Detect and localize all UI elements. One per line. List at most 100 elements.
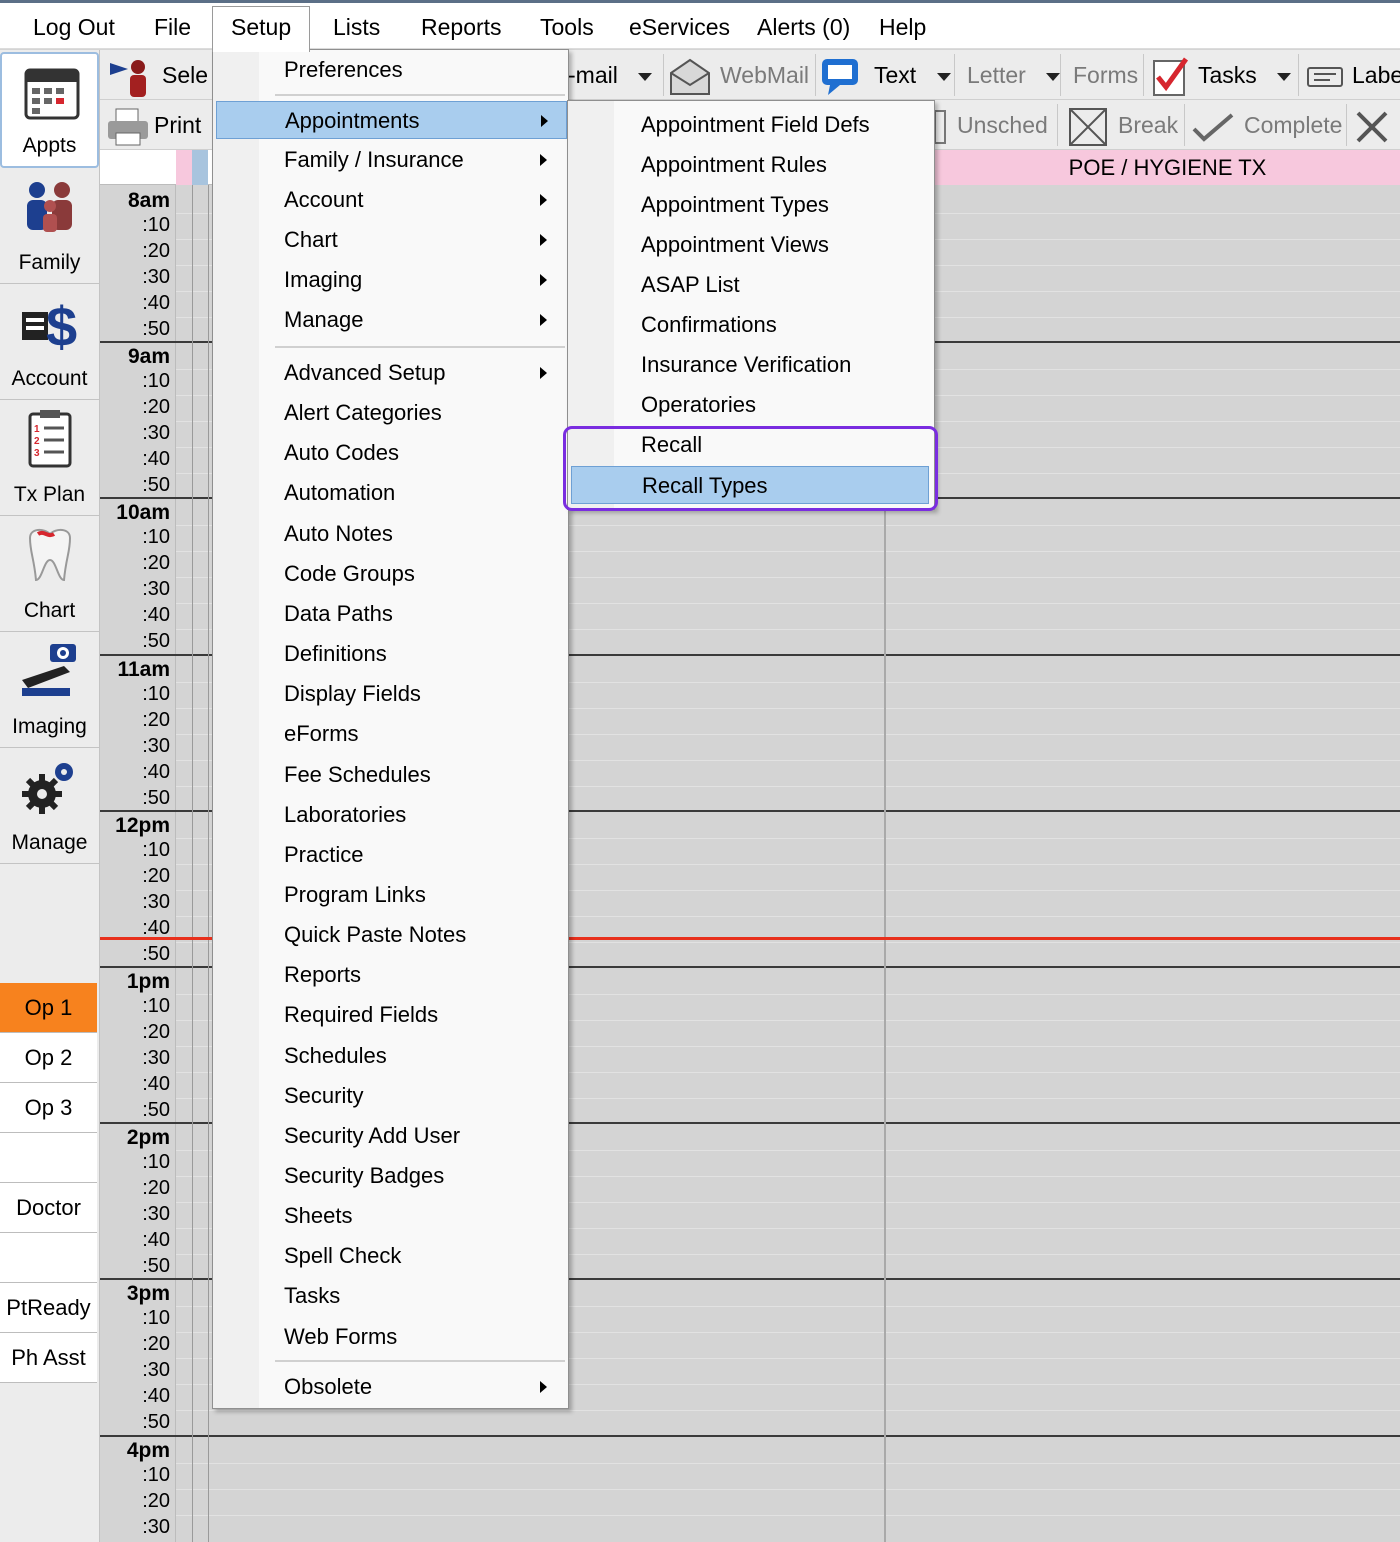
submenu-item-operatories[interactable]: Operatories bbox=[571, 386, 929, 424]
menu-item-web-forms[interactable]: Web Forms bbox=[216, 1318, 567, 1356]
menu-item-eforms[interactable]: eForms bbox=[216, 715, 567, 753]
menu-item-automation[interactable]: Automation bbox=[216, 474, 567, 512]
minute-label: :30 bbox=[142, 890, 170, 913]
submenu-item-appointment-views[interactable]: Appointment Views bbox=[571, 226, 929, 264]
menu-item-auto-codes[interactable]: Auto Codes bbox=[216, 434, 567, 472]
module-chart[interactable]: Chart bbox=[0, 516, 99, 632]
menu-item-security-badges[interactable]: Security Badges bbox=[216, 1157, 567, 1195]
submenu-item-appointment-field-defs[interactable]: Appointment Field Defs bbox=[571, 106, 929, 144]
menu-item-alert-categories[interactable]: Alert Categories bbox=[216, 394, 567, 432]
menu-eservices[interactable]: eServices bbox=[629, 7, 730, 47]
select-patient-button[interactable]: Sele bbox=[106, 50, 208, 100]
text-button[interactable]: Text bbox=[820, 50, 951, 100]
break-button[interactable]: Break bbox=[1066, 100, 1178, 150]
module-imaging[interactable]: Imaging bbox=[0, 632, 99, 748]
menu-item-required-fields[interactable]: Required Fields bbox=[216, 996, 567, 1034]
menu-item-label: Appointments bbox=[285, 108, 420, 133]
menu-item-advanced-setup[interactable]: Advanced Setup bbox=[216, 354, 567, 392]
menu-item-laboratories[interactable]: Laboratories bbox=[216, 796, 567, 834]
op-list-item[interactable]: PtReady bbox=[0, 1283, 97, 1333]
menu-item-preferences[interactable]: Preferences bbox=[216, 51, 567, 89]
menu-log-out[interactable]: Log Out bbox=[33, 7, 115, 47]
op-divider bbox=[192, 185, 193, 1542]
menu-item-quick-paste-notes[interactable]: Quick Paste Notes bbox=[216, 916, 567, 954]
submenu-item-confirmations[interactable]: Confirmations bbox=[571, 306, 929, 344]
letter-button[interactable]: Letter bbox=[967, 50, 1061, 100]
menu-item-account[interactable]: Account bbox=[216, 181, 567, 219]
menu-item-obsolete[interactable]: Obsolete bbox=[216, 1368, 567, 1406]
menu-setup[interactable]: Setup bbox=[212, 6, 311, 52]
menu-item-label: Definitions bbox=[284, 641, 387, 667]
forms-button[interactable]: Forms bbox=[1073, 50, 1138, 100]
op-list-item[interactable]: Doctor bbox=[0, 1183, 97, 1233]
menu-item-manage[interactable]: Manage bbox=[216, 301, 567, 339]
op-list-item-active[interactable]: Op 1 bbox=[0, 983, 97, 1033]
svg-text:$: $ bbox=[46, 295, 77, 352]
minute-label: :50 bbox=[142, 786, 170, 809]
menu-item-display-fields[interactable]: Display Fields bbox=[216, 675, 567, 713]
submenu-item-appointment-rules[interactable]: Appointment Rules bbox=[571, 146, 929, 184]
menu-item-code-groups[interactable]: Code Groups bbox=[216, 555, 567, 593]
menu-item-program-links[interactable]: Program Links bbox=[216, 876, 567, 914]
menu-item-practice[interactable]: Practice bbox=[216, 836, 567, 874]
complete-button[interactable]: Complete bbox=[1190, 100, 1342, 150]
module-appts[interactable]: Appts bbox=[0, 52, 99, 168]
menu-item-imaging[interactable]: Imaging bbox=[216, 261, 567, 299]
module-label: Family bbox=[18, 251, 81, 274]
menu-file[interactable]: File bbox=[154, 7, 191, 47]
menu-item-definitions[interactable]: Definitions bbox=[216, 635, 567, 673]
op-list-item[interactable]: Ph Asst bbox=[0, 1333, 97, 1383]
submenu-item-insurance-verification[interactable]: Insurance Verification bbox=[571, 346, 929, 384]
minute-label: :10 bbox=[142, 1307, 170, 1330]
minute-label: :30 bbox=[142, 1047, 170, 1069]
label-button[interactable]: Labe bbox=[1306, 50, 1400, 100]
op-list-item[interactable] bbox=[0, 1233, 97, 1283]
menu-item-schedules[interactable]: Schedules bbox=[216, 1037, 567, 1075]
menu-item-label: Display Fields bbox=[284, 681, 421, 707]
webmail-button[interactable]: WebMail bbox=[668, 50, 809, 100]
menu-item-spell-check[interactable]: Spell Check bbox=[216, 1237, 567, 1275]
module-family[interactable]: Family bbox=[0, 168, 99, 284]
menu-item-label: Auto Notes bbox=[284, 520, 393, 546]
menu-item-security-add-user[interactable]: Security Add User bbox=[216, 1117, 567, 1155]
menu-item-tasks[interactable]: Tasks bbox=[216, 1277, 567, 1315]
submenu-item-asap-list[interactable]: ASAP List bbox=[571, 266, 929, 304]
unsched-button[interactable]: Unsched bbox=[933, 100, 1048, 150]
menu-item-reports[interactable]: Reports bbox=[216, 956, 567, 994]
module-tx-plan[interactable]: 123 Tx Plan bbox=[0, 400, 99, 516]
delete-button[interactable] bbox=[1352, 100, 1392, 150]
menu-item-chart[interactable]: Chart bbox=[216, 221, 567, 259]
tasks-button[interactable]: Tasks bbox=[1150, 50, 1292, 100]
menu-alerts[interactable]: Alerts (0) bbox=[757, 7, 850, 47]
op-list-item[interactable]: Op 3 bbox=[0, 1083, 97, 1133]
menu-item-label: Security bbox=[284, 1082, 364, 1108]
minute-label: :10 bbox=[142, 370, 170, 393]
op-list-item[interactable] bbox=[0, 1133, 97, 1183]
menu-item-auto-notes[interactable]: Auto Notes bbox=[216, 515, 567, 553]
email-button[interactable]: -mail bbox=[568, 50, 653, 100]
print-button[interactable]: Print bbox=[106, 100, 201, 150]
webmail-label: WebMail bbox=[720, 62, 810, 88]
op-list-item[interactable]: Op 2 bbox=[0, 1033, 97, 1083]
minute-label: :40 bbox=[142, 448, 170, 471]
menu-item-data-paths[interactable]: Data Paths bbox=[216, 595, 567, 633]
submenu-item-appointment-types[interactable]: Appointment Types bbox=[571, 186, 929, 224]
menu-item-label: Schedules bbox=[284, 1042, 387, 1068]
minute-label: :30 bbox=[142, 1515, 170, 1538]
menu-tools[interactable]: Tools bbox=[540, 7, 594, 47]
camera-scanner-icon bbox=[22, 644, 76, 696]
menu-lists[interactable]: Lists bbox=[333, 7, 380, 47]
submenu-arrow-icon bbox=[540, 194, 547, 206]
slot-gridline bbox=[176, 1514, 1400, 1516]
menu-item-security[interactable]: Security bbox=[216, 1077, 567, 1115]
module-manage[interactable]: Manage bbox=[0, 748, 99, 864]
menu-help[interactable]: Help bbox=[879, 7, 926, 47]
menu-item-appointments[interactable]: Appointments bbox=[216, 101, 567, 139]
menu-item-family-insurance[interactable]: Family / Insurance bbox=[216, 141, 567, 179]
module-account[interactable]: $ Account bbox=[0, 284, 99, 400]
menu-item-fee-schedules[interactable]: Fee Schedules bbox=[216, 756, 567, 794]
svg-text:3: 3 bbox=[34, 448, 40, 459]
menu-item-sheets[interactable]: Sheets bbox=[216, 1197, 567, 1235]
hour-label: 10am bbox=[116, 501, 170, 525]
menu-reports[interactable]: Reports bbox=[421, 7, 502, 47]
